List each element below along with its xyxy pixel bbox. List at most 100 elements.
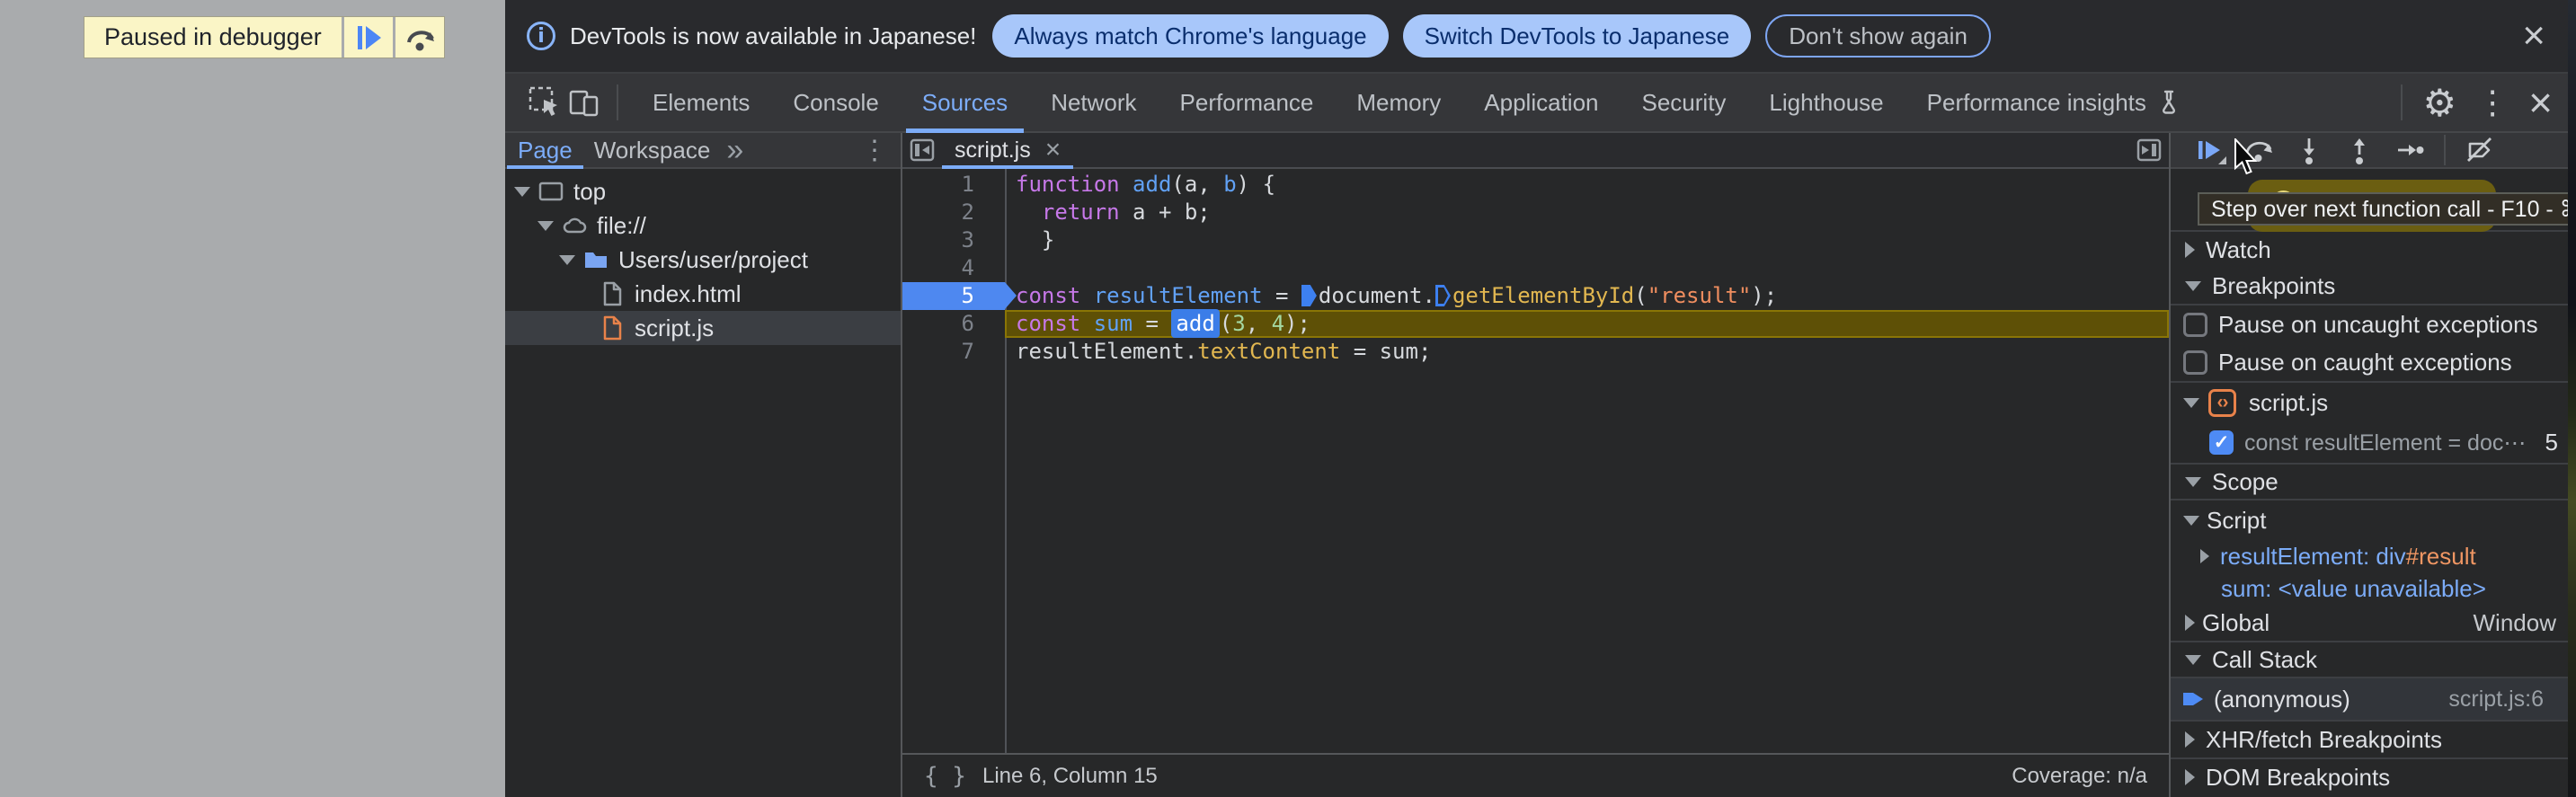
resume-script-button[interactable] bbox=[343, 17, 393, 58]
more-options-kebab-icon[interactable]: ⋮ bbox=[2464, 84, 2521, 121]
section-scope[interactable]: Scope bbox=[2171, 463, 2576, 500]
step-into-button[interactable] bbox=[2284, 133, 2334, 167]
tab-elements[interactable]: Elements bbox=[631, 74, 771, 131]
code-line[interactable]: 1 function add(a, b) { bbox=[902, 171, 2169, 199]
code-line[interactable]: 3 } bbox=[902, 226, 2169, 254]
tab-network[interactable]: Network bbox=[1029, 74, 1158, 131]
chevron-right-icon bbox=[2185, 242, 2195, 258]
pause-uncaught-exceptions-row[interactable]: Pause on uncaught exceptions bbox=[2171, 306, 2576, 344]
section-breakpoints[interactable]: Breakpoints bbox=[2171, 268, 2576, 306]
chevron-down-icon[interactable] bbox=[537, 220, 554, 231]
dont-show-again-button[interactable]: Don't show again bbox=[1765, 14, 1991, 58]
close-devtools-icon[interactable]: × bbox=[2528, 78, 2553, 127]
line-number[interactable]: 6 bbox=[902, 310, 1005, 338]
chevron-right-icon bbox=[2185, 731, 2195, 748]
code-text: resultElement.textContent = sum; bbox=[1016, 339, 1432, 364]
step-icon bbox=[2394, 135, 2425, 165]
navigator-kebab-icon[interactable]: ⋮ bbox=[861, 135, 888, 166]
toggle-device-toolbar-button[interactable] bbox=[564, 83, 604, 122]
section-watch[interactable]: Watch bbox=[2171, 230, 2576, 268]
call-stack-frame[interactable]: (anonymous) script.js:6 bbox=[2171, 678, 2576, 720]
tab-performance[interactable]: Performance bbox=[1159, 74, 1336, 131]
line-number[interactable]: 4 bbox=[902, 254, 1005, 282]
scope-global-row[interactable]: Global Window bbox=[2171, 605, 2576, 641]
editor-tab-script-js[interactable]: script.js × bbox=[942, 133, 1074, 169]
code-text: const sum = add (3, 4); bbox=[1005, 309, 2169, 338]
tree-item-file-scheme[interactable]: file:// bbox=[505, 208, 901, 243]
section-call-stack[interactable]: Call Stack bbox=[2171, 641, 2576, 678]
cloud-icon bbox=[561, 212, 588, 239]
inline-breakpoint-marker-outline[interactable] bbox=[1435, 285, 1451, 306]
code-line[interactable]: 6 const sum = add (3, 4); bbox=[902, 309, 2169, 338]
resume-script-execution-button[interactable] bbox=[2183, 133, 2234, 167]
inline-breakpoint-marker-filled[interactable] bbox=[1301, 285, 1317, 306]
step-button[interactable] bbox=[2385, 133, 2435, 167]
code-line[interactable]: 2 return a + b; bbox=[902, 199, 2169, 226]
tab-memory[interactable]: Memory bbox=[1335, 74, 1462, 131]
tab-page[interactable]: Page bbox=[507, 133, 583, 169]
pause-caught-checkbox[interactable] bbox=[2183, 350, 2207, 375]
deactivate-breakpoints-button[interactable] bbox=[2455, 133, 2505, 167]
tab-workspace[interactable]: Workspace bbox=[583, 133, 722, 167]
chevron-down-icon[interactable] bbox=[559, 254, 575, 265]
code-line[interactable]: 5 const resultElement = document. getEleme… bbox=[902, 282, 2169, 310]
line-number[interactable]: 1 bbox=[902, 171, 1005, 199]
code-line[interactable]: 7 resultElement.textContent = sum; bbox=[902, 338, 2169, 366]
file-tree: top file:// Users/user/project index.htm… bbox=[505, 169, 901, 797]
code-editor[interactable]: 1 function add(a, b) {2 return a + b; 3 } 4… bbox=[902, 169, 2169, 753]
tree-item-project-folder[interactable]: Users/user/project bbox=[505, 243, 901, 277]
tab-console[interactable]: Console bbox=[771, 74, 900, 131]
tree-item-script-js[interactable]: script.js bbox=[505, 311, 901, 345]
line-number[interactable]: 2 bbox=[902, 199, 1005, 226]
scope-entry-resultElement[interactable]: resultElement: div #result bbox=[2171, 540, 2576, 572]
main-toolbar: Elements Console Sources Network Perform… bbox=[505, 74, 2576, 133]
step-into-icon bbox=[2294, 135, 2324, 165]
switch-to-japanese-button[interactable]: Switch DevTools to Japanese bbox=[1402, 14, 1752, 58]
section-dom-breakpoints[interactable]: DOM Breakpoints bbox=[2171, 757, 2576, 795]
breakpoint-checkbox[interactable]: ✓ bbox=[2209, 430, 2234, 455]
tab-security[interactable]: Security bbox=[1621, 74, 1748, 131]
pause-caught-exceptions-row[interactable]: Pause on caught exceptions bbox=[2171, 344, 2576, 383]
devtools-screenshot: Paused in debugger i DevTools is now ava… bbox=[0, 0, 2576, 797]
tree-item-index-html[interactable]: index.html bbox=[505, 277, 901, 311]
tab-application[interactable]: Application bbox=[1462, 74, 1620, 131]
line-number[interactable]: 5 bbox=[902, 282, 1017, 310]
pretty-print-icon[interactable]: { } bbox=[924, 763, 966, 790]
experiment-flask-icon bbox=[2155, 89, 2182, 116]
toolbar-separator bbox=[2401, 84, 2403, 120]
scope-script-group[interactable]: Script bbox=[2171, 500, 2576, 540]
debugger-toolbar bbox=[2171, 133, 2576, 169]
hide-navigator-button[interactable] bbox=[902, 133, 942, 167]
step-over-button-page[interactable] bbox=[395, 17, 444, 58]
code-text: const resultElement = document. getElemen… bbox=[1016, 283, 1778, 308]
deactivate-breakpoints-icon bbox=[2464, 134, 2496, 166]
breakpoint-entry[interactable]: ✓ const resultElement = doc⋯ 5 bbox=[2171, 422, 2576, 463]
tree-item-top[interactable]: top bbox=[505, 174, 901, 208]
chevron-right-icon bbox=[2185, 615, 2195, 631]
tab-sources[interactable]: Sources bbox=[901, 74, 1029, 133]
file-icon bbox=[599, 280, 626, 307]
inspect-element-button[interactable] bbox=[525, 83, 564, 122]
step-out-button[interactable] bbox=[2334, 133, 2385, 167]
settings-gear-icon[interactable]: ⚙ bbox=[2422, 81, 2456, 125]
close-tab-icon[interactable]: × bbox=[1045, 137, 1061, 164]
line-number[interactable]: 3 bbox=[902, 226, 1005, 254]
breakpoint-file-group[interactable]: ‹› script.js bbox=[2171, 383, 2576, 422]
tab-performance-insights[interactable]: Performance insights bbox=[1905, 74, 2204, 131]
pause-uncaught-checkbox[interactable] bbox=[2183, 313, 2207, 337]
step-over-icon bbox=[404, 22, 436, 54]
scope-entry-sum[interactable]: sum: <value unavailable> bbox=[2171, 572, 2576, 605]
inspect-cursor-icon bbox=[527, 84, 563, 120]
chevron-down-icon bbox=[2185, 654, 2201, 665]
chevron-down-icon bbox=[2183, 397, 2199, 408]
always-match-language-button[interactable]: Always match Chrome's language bbox=[992, 14, 1389, 58]
code-line[interactable]: 4 bbox=[902, 254, 2169, 282]
section-xhr-breakpoints[interactable]: XHR/fetch Breakpoints bbox=[2171, 720, 2576, 757]
show-debugger-sidebar-button[interactable] bbox=[2129, 133, 2169, 167]
infobar-close-icon[interactable]: × bbox=[2522, 16, 2545, 56]
line-number[interactable]: 7 bbox=[902, 338, 1005, 366]
navigator-header: Page Workspace » ⋮ bbox=[505, 133, 901, 169]
more-tabs-icon[interactable]: » bbox=[726, 133, 743, 168]
chevron-down-icon[interactable] bbox=[514, 186, 530, 197]
tab-lighthouse[interactable]: Lighthouse bbox=[1747, 74, 1905, 131]
